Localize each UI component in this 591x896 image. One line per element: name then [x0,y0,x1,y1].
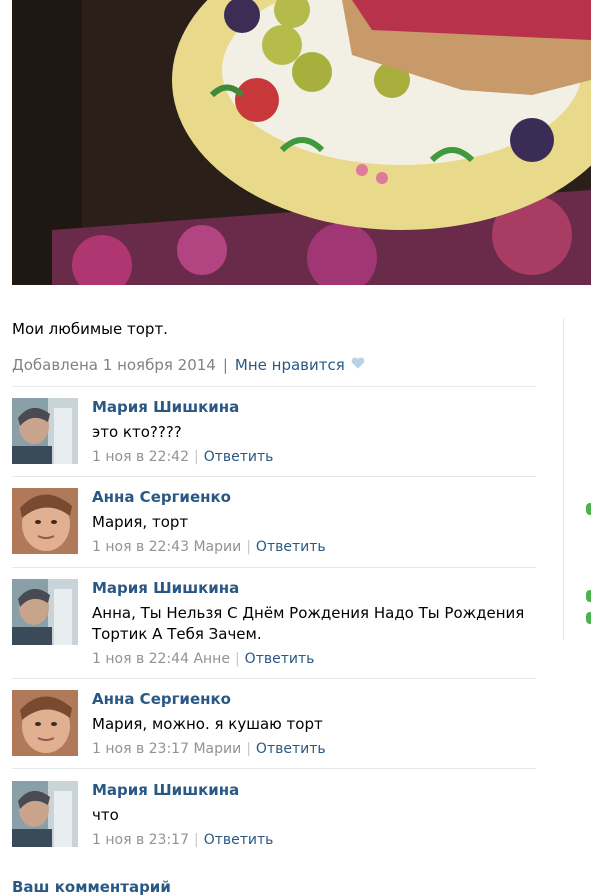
comment-author[interactable]: Мария Шишкина [92,398,239,416]
comment-meta: 1 ноя в 22:43 Марии | Ответить [92,539,326,555]
divider [12,768,536,769]
avatar[interactable] [12,398,78,464]
comment: Мария Шишкина что 1 ноя в 23:17 | Ответить [12,781,536,861]
reply-to[interactable]: Анне [193,651,230,667]
divider [12,386,536,387]
divider [12,476,536,477]
comment-author[interactable]: Анна Сергиенко [92,488,231,506]
reply-link[interactable]: Ответить [256,741,326,757]
reply-link[interactable]: Ответить [204,449,274,465]
comment-time[interactable]: 1 ноя в 22:42 [92,449,189,465]
comment: Мария Шишкина Анна, Ты Нельзя С Днём Рож… [12,579,536,667]
online-indicator [586,590,591,602]
comment-meta: 1 ноя в 22:42 | Ответить [92,449,274,465]
photo-caption: Мои любимые торт. [12,320,168,338]
divider [12,678,536,679]
comment: Анна Сергиенко Мария, можно. я кушаю тор… [12,690,536,770]
post-photo[interactable] [12,0,591,285]
reply-to[interactable]: Марии [193,539,241,555]
comment-author[interactable]: Мария Шишкина [92,579,239,597]
comment-author[interactable]: Мария Шишкина [92,781,239,799]
comment-time[interactable]: 1 ноя в 22:43 [92,539,189,555]
comment-time[interactable]: 1 ноя в 23:17 [92,741,189,757]
comment-meta: 1 ноя в 23:17 | Ответить [92,832,274,848]
heart-icon[interactable] [351,355,365,373]
reply-link[interactable]: Ответить [245,651,315,667]
divider [12,567,536,568]
avatar[interactable] [12,781,78,847]
comment-text: Анна, Ты Нельзя С Днём Рождения Надо Ты … [92,604,525,643]
comment-time[interactable]: 1 ноя в 22:44 [92,651,189,667]
comment-text: Мария, торт [92,513,189,531]
like-link[interactable]: Мне нравится [235,356,345,374]
reply-link[interactable]: Ответить [204,832,274,848]
comment-meta: 1 ноя в 22:44 Анне | Ответить [92,651,315,667]
photo-meta: Добавлена 1 ноября 2014 | Мне нравится [12,356,365,374]
online-indicator [586,503,591,515]
comment: Мария Шишкина это кто???? 1 ноя в 22:42 |… [12,398,536,478]
reply-link[interactable]: Ответить [256,539,326,555]
avatar[interactable] [12,579,78,645]
online-indicator [586,612,591,624]
comment-text: это кто???? [92,423,182,441]
comment: Анна Сергиенко Мария, торт 1 ноя в 22:43… [12,488,536,568]
comment-time[interactable]: 1 ноя в 23:17 [92,832,189,848]
added-date: Добавлена 1 ноября 2014 [12,356,216,374]
sidebar-divider [563,318,564,640]
reply-to[interactable]: Марии [193,741,241,757]
comment-text: Мария, можно. я кушаю торт [92,715,323,733]
avatar[interactable] [12,488,78,554]
avatar[interactable] [12,690,78,756]
your-comment-heading: Ваш комментарий [12,878,171,896]
comment-author[interactable]: Анна Сергиенко [92,690,231,708]
comment-text: что [92,806,119,824]
comment-meta: 1 ноя в 23:17 Марии | Ответить [92,741,326,757]
